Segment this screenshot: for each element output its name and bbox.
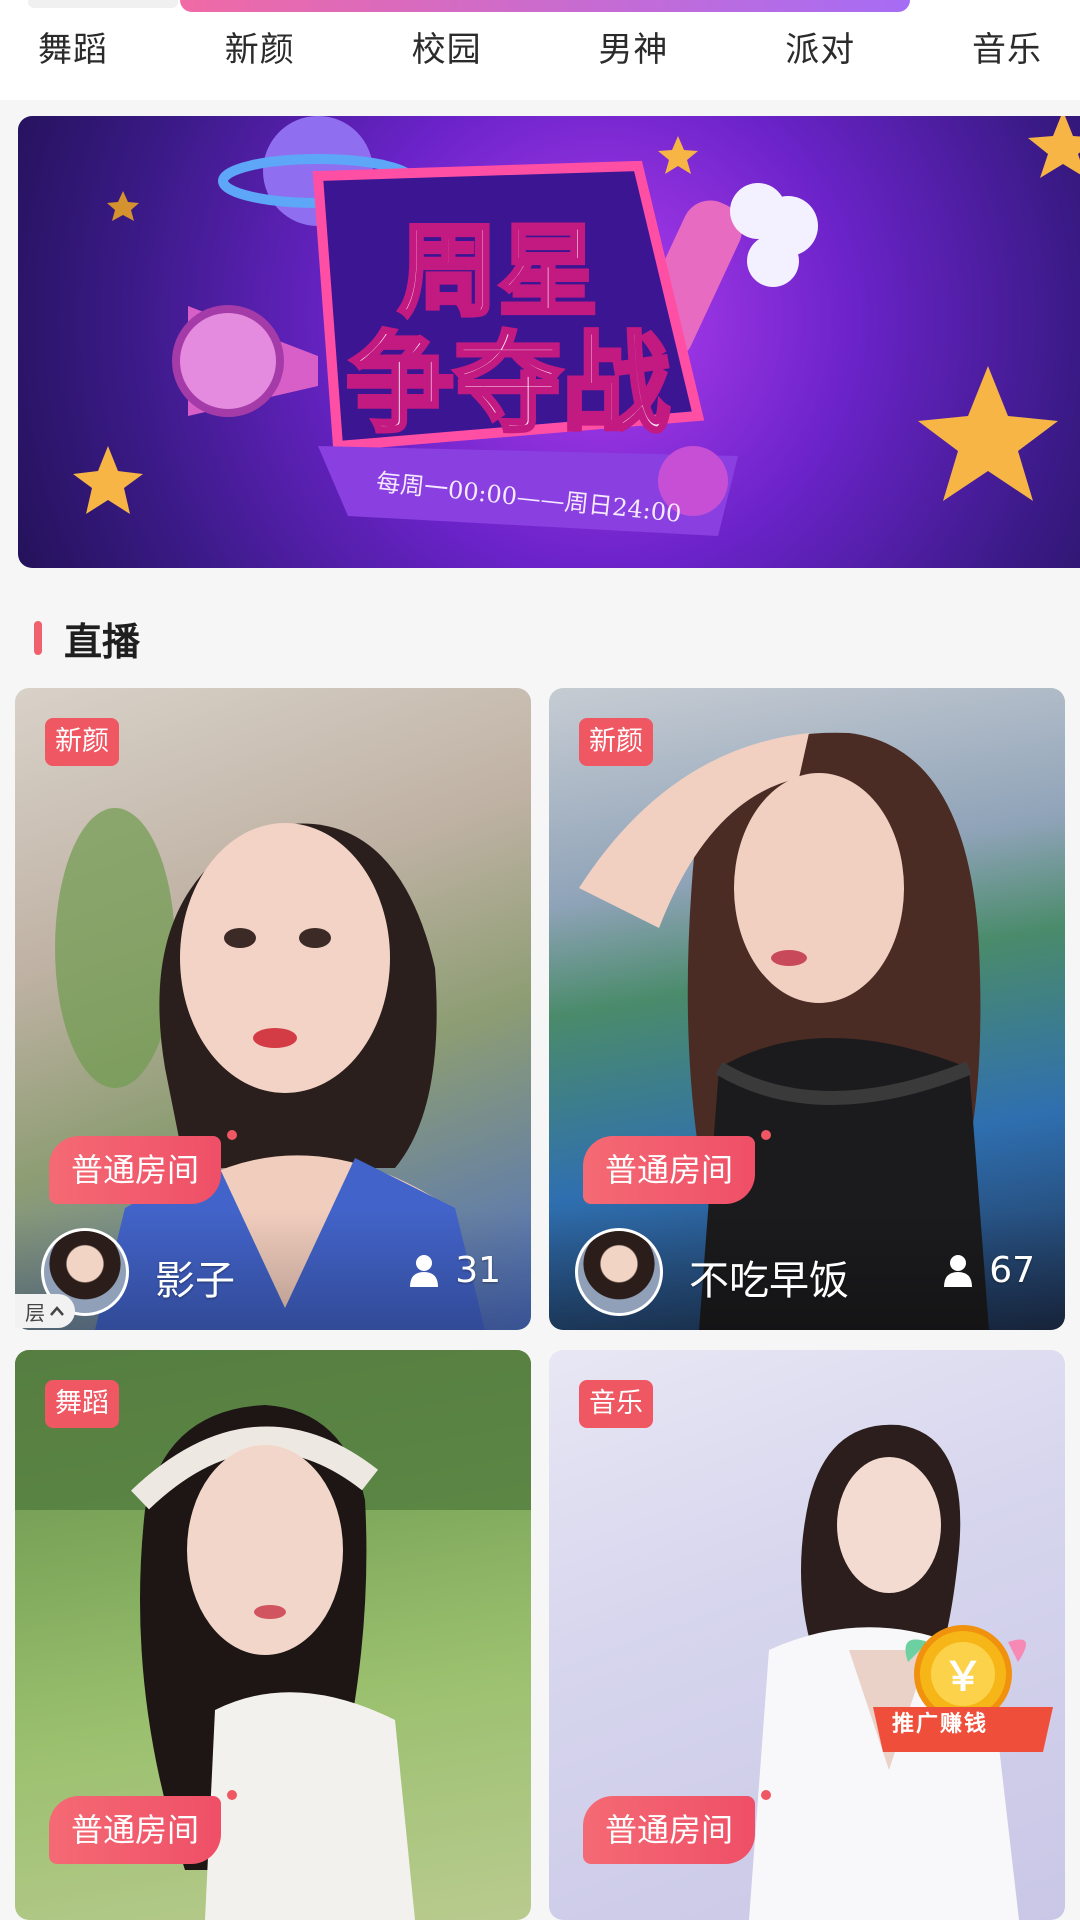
live-card[interactable]: 舞蹈 普通房间 xyxy=(15,1350,531,1920)
category-tag: 新颜 xyxy=(579,718,653,766)
promo-banner[interactable]: 周星 争夺战 每周一00:00——周日24:00 xyxy=(18,116,1080,568)
tab-music[interactable]: 音乐 xyxy=(972,18,1042,82)
category-tag: 舞蹈 xyxy=(45,1380,119,1428)
viewer-count: 31 xyxy=(409,1250,501,1291)
section-accent-bar xyxy=(34,621,42,655)
category-tab-bar: 舞蹈 新颜 校园 男神 派对 音乐 xyxy=(0,0,1080,100)
tab-male-god[interactable]: 男神 xyxy=(598,18,668,82)
coin-icon: ￥ xyxy=(873,1625,1053,1752)
room-type-badge: 普通房间 xyxy=(583,1130,772,1204)
category-tag: 音乐 xyxy=(579,1380,653,1428)
floating-layer-label: 层 xyxy=(25,1300,45,1325)
chevron-up-icon xyxy=(50,1306,64,1316)
banner-artwork: 周星 争夺战 每周一00:00——周日24:00 xyxy=(73,116,1080,536)
viewer-count-value: 31 xyxy=(455,1250,501,1291)
viewer-count: 67 xyxy=(943,1250,1035,1291)
floating-layer-toggle[interactable]: 层 xyxy=(15,1294,75,1328)
avatar[interactable] xyxy=(575,1228,663,1316)
banner-title-line2: 争夺战 xyxy=(346,322,670,447)
room-type-badge: 普通房间 xyxy=(49,1130,238,1204)
promo-earn-widget[interactable]: ￥ 推广赚钱 xyxy=(868,1622,1058,1762)
room-type-badge: 普通房间 xyxy=(583,1790,772,1864)
streamer-name: 不吃早饭 xyxy=(689,1258,849,1304)
user-icon xyxy=(944,1254,973,1287)
tab-list: 舞蹈 新颜 校园 男神 派对 音乐 xyxy=(0,18,1080,82)
coin-symbol: ￥ xyxy=(943,1654,983,1700)
section-header-live: 直播 xyxy=(34,610,140,666)
tab-dance[interactable]: 舞蹈 xyxy=(38,18,108,82)
tab-campus[interactable]: 校园 xyxy=(412,18,482,82)
tab-bar-accent xyxy=(180,0,910,12)
category-tag: 新颜 xyxy=(45,718,119,766)
streamer-name: 影子 xyxy=(155,1258,235,1304)
tab-new-face[interactable]: 新颜 xyxy=(225,18,295,82)
tab-party[interactable]: 派对 xyxy=(785,18,855,82)
room-type-badge: 普通房间 xyxy=(49,1790,238,1864)
banner-title-line1: 周星 xyxy=(398,213,598,330)
viewer-count-value: 67 xyxy=(989,1250,1035,1291)
status-pill xyxy=(28,0,178,8)
section-title: 直播 xyxy=(64,619,141,664)
live-card[interactable]: 新颜 普通房间 影子 31 xyxy=(15,688,531,1330)
promo-label: 推广赚钱 xyxy=(892,1712,989,1737)
live-card[interactable]: 新颜 普通房间 不吃早饭 67 xyxy=(549,688,1065,1330)
user-icon xyxy=(410,1254,439,1287)
